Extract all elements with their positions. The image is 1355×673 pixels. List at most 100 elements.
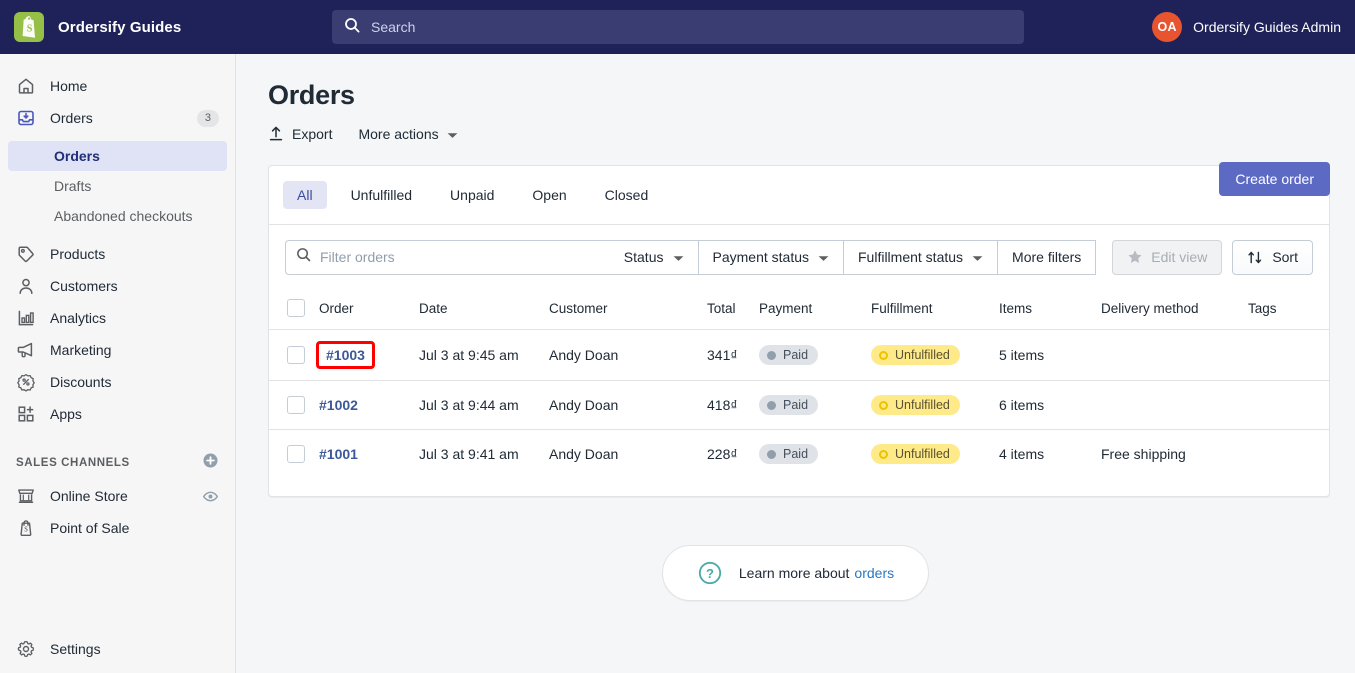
- tab-bar: All Unfulfilled Unpaid Open Closed: [269, 166, 1329, 225]
- row-checkbox[interactable]: [287, 396, 305, 414]
- status-filter-label: Status: [623, 249, 664, 265]
- column-header-order: Order: [319, 289, 419, 330]
- select-all-checkbox[interactable]: [287, 299, 305, 317]
- payment-status-badge: Paid: [759, 444, 819, 464]
- svg-text:S: S: [27, 24, 33, 35]
- sidebar-item-marketing[interactable]: Marketing: [8, 334, 227, 366]
- fulfillment-status-label: Unfulfilled: [895, 348, 950, 362]
- status-ring-icon: [879, 400, 888, 410]
- export-button[interactable]: Export: [268, 125, 332, 142]
- column-header-total: Total: [707, 289, 759, 330]
- table-row[interactable]: #1002 Jul 3 at 9:44 am Andy Doan 418₫ Pa…: [269, 380, 1329, 430]
- cell-date: Jul 3 at 9:44 am: [419, 380, 549, 430]
- payment-status-filter-button[interactable]: Payment status: [698, 239, 844, 275]
- footer-help: ? Learn more about orders: [236, 545, 1355, 601]
- create-order-button[interactable]: Create order: [1219, 162, 1330, 196]
- row-checkbox[interactable]: [287, 346, 305, 364]
- learn-more-card[interactable]: ? Learn more about orders: [661, 545, 930, 601]
- fulfillment-status-filter-button[interactable]: Fulfillment status: [844, 239, 999, 275]
- orders-help-link[interactable]: orders: [854, 565, 894, 581]
- sidebar-item-analytics[interactable]: Analytics: [8, 302, 227, 334]
- search-input[interactable]: [371, 19, 1012, 35]
- cell-items: 4 items: [999, 446, 1045, 462]
- cell-items: 6 items: [999, 380, 1101, 430]
- plus-circle-icon[interactable]: [202, 452, 219, 474]
- filter-orders-field[interactable]: [285, 239, 610, 275]
- cell-payment: Paid: [759, 380, 871, 430]
- brand[interactable]: S Ordersify Guides: [0, 12, 236, 42]
- eye-icon[interactable]: [202, 488, 219, 505]
- sidebar-item-orders[interactable]: Orders 3: [8, 102, 227, 134]
- edit-view-label: Edit view: [1151, 249, 1208, 265]
- sidebar-item-point-of-sale[interactable]: $ Point of Sale: [8, 512, 227, 544]
- tab-unfulfilled[interactable]: Unfulfilled: [337, 181, 426, 209]
- search-icon: [344, 17, 360, 38]
- more-actions-button[interactable]: More actions: [358, 126, 458, 142]
- filter-orders-input[interactable]: [320, 249, 600, 265]
- column-header-fulfillment: Fulfillment: [871, 289, 999, 330]
- row-select-cell: [269, 329, 319, 381]
- cell-delivery-method: Free shipping: [1101, 446, 1186, 462]
- global-search[interactable]: [332, 10, 1024, 44]
- sidebar-item-label: Orders: [50, 110, 93, 126]
- sidebar-subitem-label: Drafts: [54, 178, 92, 194]
- brand-name: Ordersify Guides: [58, 18, 182, 36]
- order-link[interactable]: #1001: [319, 446, 358, 462]
- status-ring-icon: [879, 449, 888, 459]
- filter-bar: Status Payment status Fulfillment status: [269, 225, 1329, 289]
- table-row[interactable]: #1001 Jul 3 at 9:41 am Andy Doan 228₫ Pa…: [269, 430, 1329, 479]
- row-select-cell: [269, 430, 319, 479]
- row-checkbox[interactable]: [287, 445, 305, 463]
- chevron-down-icon: [447, 126, 458, 142]
- tab-open[interactable]: Open: [518, 181, 580, 209]
- column-header-payment: Payment: [759, 289, 871, 330]
- sidebar-item-customers[interactable]: Customers: [8, 270, 227, 302]
- orders-table: Order Date Customer Total Payment Fulfil…: [269, 289, 1329, 478]
- tab-closed[interactable]: Closed: [591, 181, 663, 209]
- sidebar-item-settings[interactable]: Settings: [8, 633, 228, 665]
- cell-payment: Paid: [759, 329, 871, 381]
- products-tag-icon: [16, 244, 36, 264]
- sort-label: Sort: [1272, 249, 1298, 265]
- edit-view-button[interactable]: Edit view: [1112, 239, 1223, 275]
- account-menu[interactable]: OA Ordersify Guides Admin: [1152, 0, 1341, 54]
- more-filters-button[interactable]: More filters: [998, 239, 1097, 275]
- sidebar-item-apps[interactable]: Apps: [8, 398, 227, 430]
- sidebar-subitem-abandoned-checkouts[interactable]: Abandoned checkouts: [8, 201, 227, 231]
- sidebar-item-label: Online Store: [50, 488, 128, 504]
- table-row[interactable]: #1003 Jul 3 at 9:45 am Andy Doan 341₫ Pa…: [269, 329, 1329, 381]
- sidebar-item-discounts[interactable]: Discounts: [8, 366, 227, 398]
- sidebar-item-online-store[interactable]: Online Store: [8, 480, 227, 512]
- discounts-percent-icon: [16, 372, 36, 392]
- payment-status-label: Paid: [783, 398, 809, 412]
- order-link[interactable]: #1002: [319, 397, 358, 413]
- cell-order: #1003: [316, 329, 419, 381]
- payment-status-label: Paid: [783, 447, 809, 461]
- status-filter-button[interactable]: Status: [609, 239, 699, 275]
- analytics-bars-icon: [16, 308, 36, 328]
- orders-inbox-icon: [16, 108, 36, 128]
- learn-more-text: Learn more about: [738, 565, 850, 581]
- column-header-customer: Customer: [549, 289, 707, 330]
- sidebar-subitem-label: Abandoned checkouts: [54, 208, 193, 224]
- sidebar-item-label: Customers: [50, 278, 118, 294]
- sidebar-item-products[interactable]: Products: [8, 238, 227, 270]
- status-dot-icon: [767, 400, 776, 410]
- sidebar-subitem-orders[interactable]: Orders: [8, 141, 227, 171]
- tab-all[interactable]: All: [283, 181, 327, 209]
- export-label: Export: [292, 125, 333, 142]
- more-filters-label: More filters: [1012, 249, 1082, 265]
- tab-unpaid[interactable]: Unpaid: [436, 181, 508, 209]
- sidebar-item-label: Discounts: [50, 374, 112, 390]
- upload-arrow-icon: [268, 125, 284, 142]
- sidebar-item-home[interactable]: Home: [8, 70, 227, 102]
- home-icon: [16, 76, 36, 96]
- chevron-down-icon: [818, 249, 829, 265]
- sidebar-subitem-drafts[interactable]: Drafts: [8, 171, 227, 201]
- sort-button[interactable]: Sort: [1232, 239, 1313, 275]
- table-body: #1003 Jul 3 at 9:45 am Andy Doan 341₫ Pa…: [269, 329, 1329, 479]
- status-dot-icon: [767, 449, 776, 459]
- sort-arrows-icon: [1247, 250, 1264, 265]
- column-header-tags: Tags: [1248, 289, 1329, 330]
- order-link-highlighted[interactable]: #1003: [316, 341, 375, 369]
